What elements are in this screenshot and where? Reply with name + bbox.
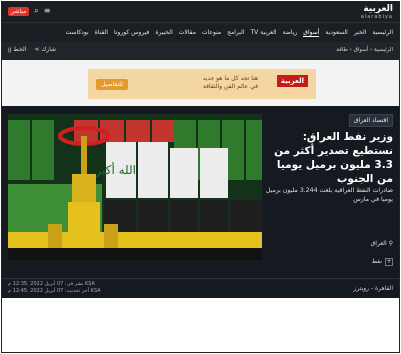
ad-banner[interactable]: العربية هنا تجد كل ما هو جديد في عالم ال… (88, 69, 316, 99)
article-source: القاهرة - رويترز (353, 285, 393, 292)
topic-label: نفط (371, 258, 382, 265)
share-label: شارك (41, 46, 56, 53)
ad-brand: العربية (276, 75, 308, 87)
top-icons: مباشر ⌕ ≡ (8, 6, 50, 16)
site-logo[interactable]: العربية alarabiya (333, 4, 393, 20)
share-button[interactable]: ⋖ شارك (34, 46, 56, 53)
ad-details-button[interactable]: للتفاصيل (96, 79, 128, 90)
nav-item-articles[interactable]: مقالات (179, 29, 196, 36)
topic-tag[interactable]: +نفط (372, 258, 393, 266)
nav-item-podcast[interactable]: بودكاست (66, 29, 89, 36)
article-dates: نشر في: 07 أبريل 2022 ,12:35 م KSA آخر ت… (8, 281, 101, 295)
svg-text:الله أكبر: الله أكبر (95, 162, 137, 178)
logo-subtext: alarabiya (360, 14, 393, 20)
nav-item-variety[interactable]: منوعات (202, 29, 221, 36)
article-subtitle: صادرات النفط العراقية بلغت 3.244 مليون ب… (265, 187, 393, 203)
ad-zone: العربية هنا تجد كل ما هو جديد في عالم ال… (2, 60, 399, 106)
live-button[interactable]: مباشر (8, 6, 30, 16)
nav-item-markets[interactable]: أسواق (303, 29, 320, 37)
breadcrumb-bar: الرئيسية › أسواق › طاقة ꞁꞁ الخط ⋖ شارك (2, 42, 399, 60)
published-date: نشر في: 07 أبريل 2022 ,12:35 م KSA (8, 281, 95, 287)
nav-item-corona[interactable]: فيروس كورونا (114, 29, 149, 36)
font-icon: ꞁꞁ (8, 46, 12, 53)
oil-barrels-pipe-illustration: الله أكبر (8, 114, 262, 260)
article-headline: وزير نفط العراق: نستطيع تصدير أكثر من 3.… (274, 131, 393, 185)
location-pin-icon: ⚲ (388, 240, 393, 247)
article-meta: القاهرة - رويترز نشر في: 07 أبريل 2022 ,… (2, 278, 399, 298)
breadcrumb[interactable]: الرئيسية › أسواق › طاقة (336, 47, 393, 53)
article-tag[interactable]: اقتصاد العراق (349, 114, 393, 127)
menu-icon[interactable]: ≡ (44, 6, 51, 16)
ad-text: هنا تجد كل ما هو جديد في عالم الفن والثق… (202, 75, 258, 90)
location-label: العراق (370, 240, 387, 247)
article-hero: اقتصاد العراق وزير نفط العراق: نستطيع تص… (2, 106, 399, 298)
nav-item-saudi[interactable]: السعودية (325, 29, 347, 36)
nav-item-channel[interactable]: القناة (95, 29, 108, 36)
top-bar: العربية alarabiya مباشر ⌕ ≡ (2, 2, 399, 22)
article-image: الله أكبر (8, 114, 262, 260)
logo-text: العربية (363, 4, 393, 14)
font-size-button[interactable]: ꞁꞁ الخط (8, 46, 26, 53)
share-tools: ꞁꞁ الخط ⋖ شارك (8, 46, 56, 53)
search-icon[interactable]: ⌕ (34, 6, 38, 16)
location-tag[interactable]: ⚲ العراق (371, 240, 393, 247)
nav-item-home[interactable]: الرئيسية (372, 29, 393, 36)
page-frame: العربية alarabiya مباشر ⌕ ≡ الرئيسية الخ… (1, 1, 400, 353)
nav-item-programs[interactable]: البرامج (227, 29, 244, 36)
main-nav: الرئيسية الخبر السعودية أسواق رياضة العر… (2, 22, 399, 42)
font-label: الخط (13, 46, 27, 53)
updated-date: آخر تحديث: 07 أبريل 2022 ,12:45 م KSA (8, 288, 101, 294)
add-icon: + (385, 258, 393, 266)
nav-item-sports[interactable]: رياضة (283, 29, 298, 36)
nav-item-news[interactable]: الخبر (354, 29, 367, 36)
nav-item-tv[interactable]: العربية TV (250, 29, 276, 36)
nav-item-expert[interactable]: الخبيرة (155, 29, 172, 36)
share-icon: ⋖ (34, 46, 40, 53)
